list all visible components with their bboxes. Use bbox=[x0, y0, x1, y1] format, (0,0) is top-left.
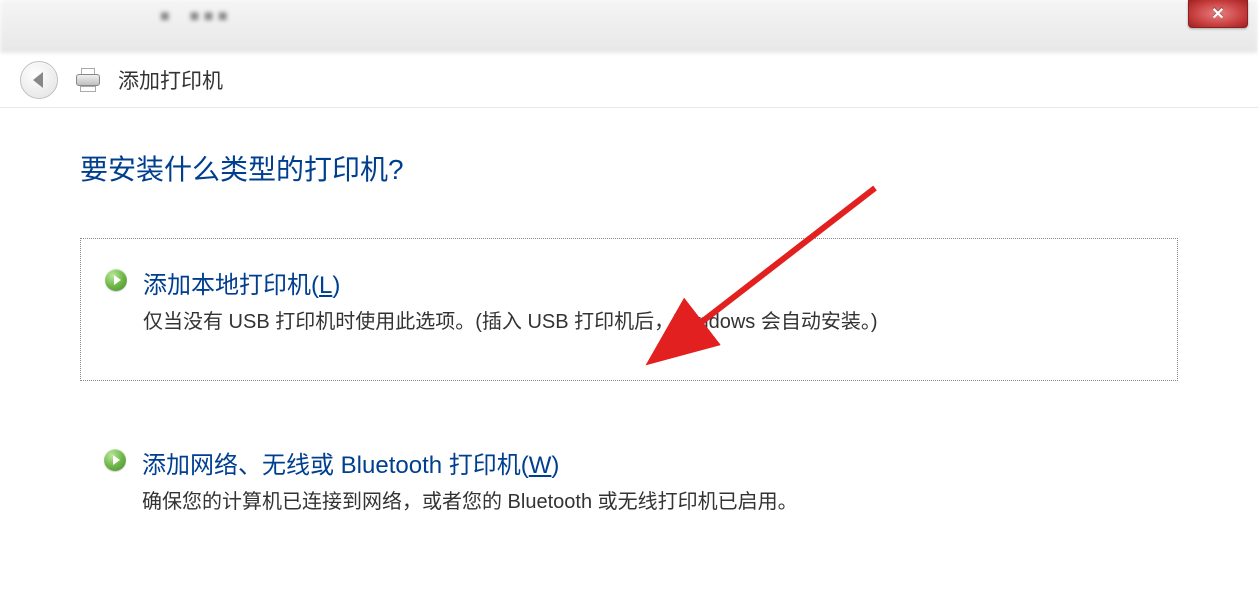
close-button[interactable]: ✕ bbox=[1188, 0, 1248, 28]
option-local-title: 添加本地打印机(L) bbox=[143, 265, 1153, 300]
page-heading: 要安装什么类型的打印机? bbox=[80, 148, 1178, 188]
option-arrow-icon bbox=[105, 269, 127, 291]
back-arrow-icon bbox=[33, 72, 43, 88]
wizard-title: 添加打印机 bbox=[118, 65, 223, 95]
option-network-description: 确保您的计算机已连接到网络，或者您的 Bluetooth 或无线打印机已启用。 bbox=[142, 488, 1178, 516]
back-button[interactable] bbox=[20, 61, 58, 99]
printer-icon bbox=[74, 68, 102, 92]
wizard-content: 要安装什么类型的打印机? 添加本地打印机(L) 仅当没有 USB 打印机时使用此… bbox=[0, 108, 1258, 520]
wizard-header: 添加打印机 bbox=[0, 52, 1258, 108]
option-local-printer[interactable]: 添加本地打印机(L) 仅当没有 USB 打印机时使用此选项。(插入 USB 打印… bbox=[80, 238, 1178, 381]
close-icon: ✕ bbox=[1211, 4, 1224, 24]
option-arrow-icon bbox=[104, 449, 126, 471]
option-network-title: 添加网络、无线或 Bluetooth 打印机(W) bbox=[142, 445, 1178, 480]
option-local-description: 仅当没有 USB 打印机时使用此选项。(插入 USB 打印机后，Windows … bbox=[143, 308, 1153, 336]
option-network-printer[interactable]: 添加网络、无线或 Bluetooth 打印机(W) 确保您的计算机已连接到网络，… bbox=[80, 441, 1178, 520]
window-titlebar: ■ ■ ■ ■ bbox=[0, 0, 1258, 52]
